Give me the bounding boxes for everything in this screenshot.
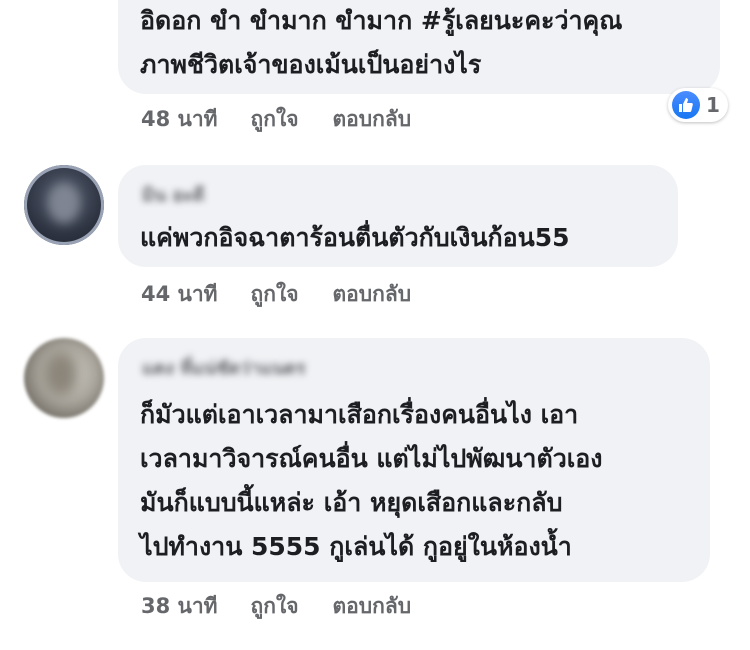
comment-text-line: เวลามาวิจารณ์คนอื่น แต่ไม่ไปพัฒนาตัวเอง xyxy=(140,444,603,473)
comment-timestamp[interactable]: 44 นาที xyxy=(141,278,218,311)
like-icon xyxy=(672,91,700,119)
comment-text-line: อิดอก ขำ ขำมาก ขำมาก #รู้เลยนะคะว่าคุณ xyxy=(140,6,623,35)
comment-text-line: ไปทำงาน 5555 กูเล่นได้ กูอยู่ในห้องน้ำ xyxy=(140,532,572,561)
like-link[interactable]: ถูกใจ xyxy=(251,278,299,311)
comment-text-line: ก็มัวแต่เอาเวลามาเสือกเรื่องคนอื่นไง เอา xyxy=(140,400,579,429)
reaction-summary[interactable]: 1 xyxy=(668,88,728,122)
comment-timestamp[interactable]: 48 นาที xyxy=(141,103,218,136)
reaction-count: 1 xyxy=(706,93,720,117)
avatar[interactable] xyxy=(24,338,104,418)
like-link[interactable]: ถูกใจ xyxy=(251,590,299,623)
comment-meta-2: 44 นาที ถูกใจ ตอบกลับ xyxy=(141,278,411,311)
reply-link[interactable]: ตอบกลับ xyxy=(333,278,412,311)
comment-author[interactable]: แตง ที่แน่ชัดว่าแนตร xyxy=(142,353,306,382)
comment-text-line: มันก็แบบนี้แหล่ะ เอ้า หยุดเสือกและกลับ xyxy=(140,488,563,517)
comment-meta-3: 38 นาที ถูกใจ ตอบกลับ xyxy=(141,590,411,623)
comment-meta-1: 48 นาที ถูกใจ ตอบกลับ xyxy=(141,103,411,136)
comment-timestamp[interactable]: 38 นาที xyxy=(141,590,218,623)
reply-link[interactable]: ตอบกลับ xyxy=(333,103,412,136)
comment-author[interactable]: มิน อะดี xyxy=(142,180,205,209)
avatar[interactable] xyxy=(24,165,104,245)
comment-text-line: แค่พวกอิจฉาตาร้อนตื่นตัวกับเงินก้อน55 xyxy=(140,223,570,252)
reply-link[interactable]: ตอบกลับ xyxy=(333,590,412,623)
like-link[interactable]: ถูกใจ xyxy=(251,103,299,136)
comment-text-line: ภาพชีวิตเจ้าของเม้นเป็นอย่างไร xyxy=(140,50,482,79)
